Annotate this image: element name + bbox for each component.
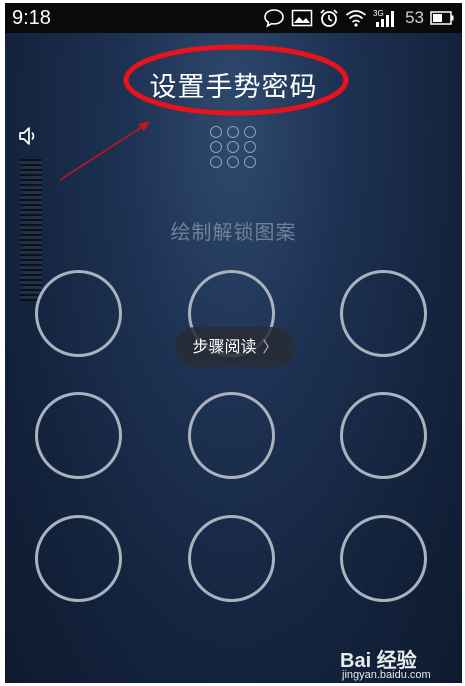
step-reading-button[interactable]: 步骤阅读〉 (175, 327, 295, 367)
pattern-preview-dot (244, 141, 256, 153)
pattern-preview-dot (227, 126, 239, 138)
pattern-node-5[interactable] (188, 392, 275, 479)
pattern-node-6[interactable] (340, 392, 427, 479)
step-reading-label: 步骤阅读 (192, 337, 257, 356)
alarm-icon (320, 9, 338, 27)
volume-panel[interactable] (15, 123, 42, 303)
chevron-right-icon: 〉 (262, 338, 278, 356)
signal-icon: 3G (373, 9, 395, 27)
pattern-node-4[interactable] (35, 392, 122, 479)
pattern-preview-grid (210, 126, 262, 172)
pattern-preview-dot (210, 141, 222, 153)
message-icon (264, 9, 284, 28)
pattern-node-8[interactable] (188, 515, 275, 602)
status-bar: 9:18 3G 53 (5, 3, 462, 33)
pattern-preview-dot (210, 156, 222, 168)
lockscreen-frame: 9:18 3G 53 设置手势密码 绘制解锁图案 步骤阅读 〉 Bai 经验 j… (5, 3, 462, 683)
battery-icon (430, 11, 454, 25)
watermark-url: jingyan.baidu.com (342, 669, 431, 681)
speaker-icon (19, 127, 35, 145)
image-icon (291, 9, 313, 27)
pattern-preview-dot (244, 156, 256, 168)
pattern-node-9[interactable] (340, 515, 427, 602)
pattern-node-7[interactable] (35, 515, 122, 602)
annotation-arrowhead (138, 121, 150, 131)
svg-text:3G: 3G (373, 9, 384, 18)
pattern-instruction: 绘制解锁图案 (170, 220, 297, 244)
page-title: 设置手势密码 (149, 72, 318, 103)
pattern-node-1[interactable] (35, 270, 122, 357)
battery-level: 53 (405, 8, 424, 27)
pattern-preview-dot (227, 156, 239, 168)
wifi-icon (345, 10, 367, 27)
status-icons: 3G 53 (263, 6, 454, 30)
pattern-preview-dot (227, 141, 239, 153)
pattern-preview-dot (210, 126, 222, 138)
baidu-jingyan-watermark: Bai 经验 jingyan.baidu.com (340, 644, 436, 683)
pattern-preview-dot (244, 126, 256, 138)
status-time: 9:18 (12, 7, 51, 29)
pattern-node-3[interactable] (340, 270, 427, 357)
annotation-arrow-line (59, 124, 146, 181)
